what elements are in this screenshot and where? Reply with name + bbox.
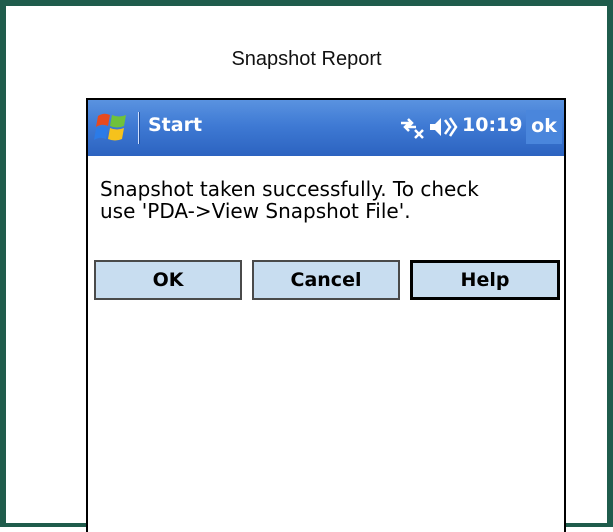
clock[interactable]: 10:19 bbox=[462, 114, 522, 136]
start-menu-label[interactable]: Start bbox=[148, 114, 202, 136]
volume-icon[interactable] bbox=[428, 114, 458, 140]
help-button[interactable]: Help bbox=[410, 260, 560, 300]
connectivity-icon[interactable] bbox=[398, 114, 426, 140]
taskbar-ok-button[interactable]: ok bbox=[526, 110, 562, 144]
pda-taskbar: Start 10:19 ok bbox=[88, 100, 564, 156]
cancel-button[interactable]: Cancel bbox=[252, 260, 400, 300]
pda-screen: Start 10:19 ok Snapshot taken successful… bbox=[86, 98, 566, 532]
ok-button[interactable]: OK bbox=[94, 260, 242, 300]
windows-flag-icon[interactable] bbox=[92, 106, 132, 150]
taskbar-separator bbox=[138, 112, 140, 144]
report-frame: Snapshot Report Start 10:19 ok Snapshot … bbox=[0, 0, 613, 532]
report-title: Snapshot Report bbox=[231, 48, 382, 70]
dialog-message: Snapshot taken successfully. To check us… bbox=[100, 177, 479, 223]
